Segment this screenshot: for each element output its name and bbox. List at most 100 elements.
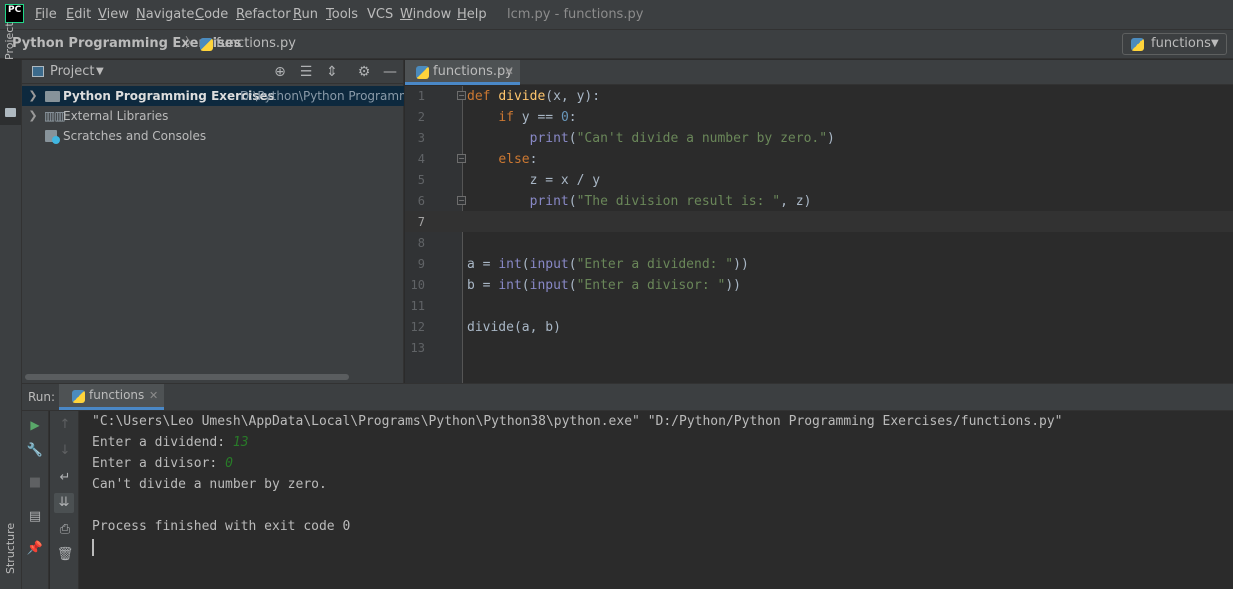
project-folder-icon	[5, 108, 16, 117]
menu-edit[interactable]: Edit	[66, 0, 91, 29]
menu-vcs[interactable]: VCS	[367, 0, 393, 29]
fold-marker-icon[interactable]: −	[457, 154, 466, 163]
soft-wrap-icon[interactable]: ↵	[55, 468, 75, 488]
line-number: 8	[417, 236, 425, 250]
locate-file-icon[interactable]: ⊕	[271, 63, 289, 81]
menu-help[interactable]: Help	[457, 0, 487, 29]
line-number: 5	[417, 173, 425, 187]
python-file-icon	[416, 66, 429, 79]
console-line: Enter a dividend: 13	[92, 435, 249, 450]
project-view-icon	[32, 66, 44, 77]
current-line-highlight	[405, 211, 1233, 232]
line-number: 9	[417, 257, 425, 271]
code-line-2: if y == 0:	[498, 110, 577, 125]
console-line: Enter a divisor: 0	[92, 456, 233, 471]
menu-navigate[interactable]: Navigate	[136, 0, 194, 29]
run-tab-functions[interactable]: functions ✕	[59, 384, 164, 410]
menu-tools[interactable]: Tools	[326, 0, 358, 29]
python-icon	[72, 390, 85, 403]
scroll-to-end-icon[interactable]: ⇊	[54, 493, 74, 513]
tree-item-scratches[interactable]: Scratches and Consoles	[22, 126, 404, 146]
line-number: 1	[417, 89, 425, 103]
dropdown-arrow-icon: ▼	[1211, 38, 1219, 49]
breadcrumb-separator-icon: 〉	[185, 36, 199, 51]
wrench-icon[interactable]: 🔧	[25, 441, 45, 461]
code-line-10: b = int(input("Enter a divisor: "))	[467, 278, 741, 293]
run-toolbar-primary: ▶ 🔧 ■ ▤ 📌	[22, 411, 49, 589]
menu-run[interactable]: Run	[293, 0, 318, 29]
clock-badge-icon	[52, 136, 60, 144]
rerun-icon[interactable]: ▶	[25, 415, 45, 435]
tree-scratches-label: Scratches and Consoles	[63, 129, 207, 143]
code-line-1: def divide(x, y):	[467, 89, 601, 104]
arrow-up-icon[interactable]: ↑	[55, 415, 75, 435]
expand-arrow-icon[interactable]: ❯	[27, 86, 39, 106]
run-console[interactable]	[80, 411, 1233, 589]
library-icon: ▥▥	[44, 109, 66, 123]
pycharm-logo-icon[interactable]: PC	[5, 4, 24, 23]
menu-refactor[interactable]: Refactor	[236, 0, 291, 29]
horizontal-scrollbar[interactable]	[25, 374, 349, 380]
line-number: 12	[410, 320, 425, 334]
python-file-icon	[200, 38, 213, 51]
pin-icon[interactable]: 📌	[25, 539, 45, 559]
fold-marker-icon[interactable]: −	[457, 91, 466, 100]
console-caret	[92, 539, 94, 556]
navigation-bar: Python Programming Exercises 〉 functions…	[0, 29, 1233, 59]
layout-icon[interactable]: ▤	[25, 507, 45, 527]
run-tab-label: functions	[89, 388, 145, 402]
menu-view[interactable]: View	[98, 0, 129, 29]
console-line: Can't divide a number by zero.	[92, 477, 327, 492]
editor-tab-bar: functions.py ✕	[405, 60, 1233, 85]
tree-project-path: D:\Python\Python Programming Exercises	[240, 89, 404, 103]
breadcrumb-file[interactable]: functions.py	[216, 30, 296, 58]
code-line-4: else:	[498, 152, 538, 167]
console-user-input: 13	[232, 435, 249, 450]
stop-icon[interactable]: ■	[25, 473, 45, 493]
code-line-3: print("Can't divide a number by zero.")	[529, 131, 835, 146]
fold-marker-icon[interactable]: −	[457, 196, 466, 205]
expand-arrow-icon[interactable]: ❯	[27, 106, 39, 126]
console-command-line: "C:\Users\Leo Umesh\AppData\Local\Progra…	[92, 414, 1063, 429]
line-number: 6	[417, 194, 425, 208]
window-title: lcm.py - functions.py	[507, 7, 644, 22]
gear-icon[interactable]: ⚙	[355, 63, 373, 81]
structure-tool-window-tab[interactable]: Structure	[4, 523, 17, 574]
project-panel-header: Project ▼ ⊕ ☰ ⇕ ⚙ —	[22, 60, 404, 84]
editor-tab-label: functions.py	[433, 64, 513, 79]
collapse-all-icon[interactable]: ⇕	[323, 63, 341, 81]
line-number: 4	[417, 152, 425, 166]
console-exit-line: Process finished with exit code 0	[92, 519, 351, 534]
python-icon	[1131, 38, 1144, 51]
menu-file[interactable]: File	[35, 0, 57, 29]
project-view-selector[interactable]: Project	[50, 60, 94, 84]
code-line-9: a = int(input("Enter a dividend: "))	[467, 257, 749, 272]
minimize-icon[interactable]: —	[381, 63, 399, 81]
tree-item-project[interactable]: ❯ Python Programming Exercises D:\Python…	[22, 86, 404, 106]
close-icon[interactable]: ✕	[504, 60, 514, 83]
tree-item-external-libraries[interactable]: ❯ ▥▥ External Libraries	[22, 106, 404, 126]
expand-all-icon[interactable]: ☰	[297, 63, 315, 81]
folder-icon	[45, 91, 60, 102]
code-line-6: print("The division result is: ", z)	[529, 194, 812, 209]
close-icon[interactable]: ✕	[149, 384, 158, 407]
left-tool-strip	[0, 60, 22, 589]
line-number: 2	[417, 110, 425, 124]
print-icon[interactable]: ⎙	[55, 520, 75, 540]
run-configuration-select[interactable]: functions ▼	[1122, 33, 1227, 55]
trash-icon[interactable]: 🗑	[55, 545, 75, 565]
menu-window[interactable]: Window	[400, 0, 451, 29]
line-number: 13	[410, 341, 425, 355]
menu-code[interactable]: Code	[195, 0, 228, 29]
arrow-down-icon[interactable]: ↓	[55, 441, 75, 461]
run-panel-header: Run: functions ✕	[22, 383, 1233, 411]
project-panel: Project ▼ ⊕ ☰ ⇕ ⚙ — ❯ Python Programming…	[22, 60, 404, 383]
line-number: 7	[417, 215, 425, 229]
code-line-12: divide(a, b)	[467, 320, 561, 335]
editor-tab-functions[interactable]: functions.py ✕	[405, 60, 520, 85]
dropdown-arrow-icon[interactable]: ▼	[96, 60, 104, 84]
project-tool-label[interactable]: Project	[3, 22, 16, 60]
code-line-5: z = x / y	[529, 173, 601, 188]
run-toolbar-secondary: ↑ ↓ ↵ ⇊ ⎙ 🗑	[50, 411, 79, 589]
line-number: 10	[410, 278, 425, 292]
